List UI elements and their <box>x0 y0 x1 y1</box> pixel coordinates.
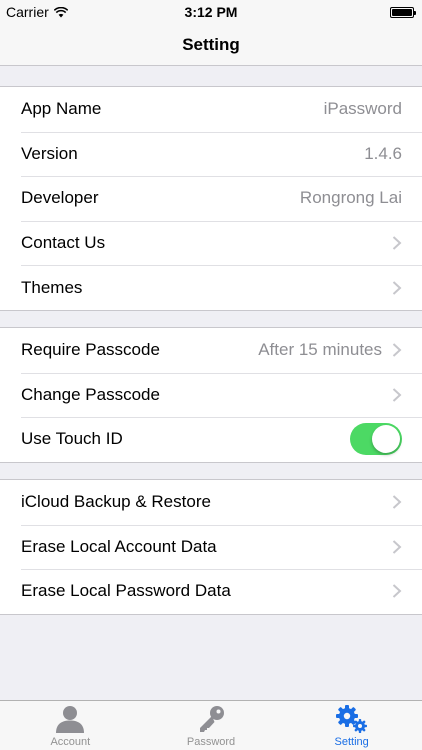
row-value: After 15 minutes <box>258 340 382 360</box>
row-value: 1.4.6 <box>364 143 402 163</box>
tab-setting[interactable]: Setting <box>281 701 422 750</box>
battery-icon <box>390 7 416 18</box>
row-require-passcode[interactable]: Require Passcode After 15 minutes <box>0 328 422 373</box>
row-label: iCloud Backup & Restore <box>21 492 211 512</box>
chevron-right-icon <box>392 280 402 295</box>
row-label: Developer <box>21 188 99 208</box>
status-time: 3:12 PM <box>184 4 238 20</box>
row-change-passcode[interactable]: Change Passcode <box>0 372 422 418</box>
tab-password[interactable]: Password <box>141 701 282 750</box>
row-label: Use Touch ID <box>21 429 123 449</box>
settings-group-data: iCloud Backup & Restore Erase Local Acco… <box>0 479 422 615</box>
chevron-right-icon <box>392 495 402 510</box>
row-label: Version <box>21 143 78 163</box>
chevron-right-icon <box>392 388 402 402</box>
row-value: Rongrong Lai <box>299 188 402 208</box>
row-erase-account-data[interactable]: Erase Local Account Data <box>0 524 422 570</box>
gears-icon <box>335 705 367 733</box>
page-title: Setting <box>182 34 240 54</box>
status-bar: Carrier 3:12 PM <box>0 0 422 24</box>
chevron-right-icon <box>392 343 402 358</box>
touch-id-toggle[interactable] <box>350 423 402 456</box>
row-icloud-backup[interactable]: iCloud Backup & Restore <box>0 480 422 525</box>
row-app-name: App Name iPassword <box>0 87 422 132</box>
toggle-knob <box>372 425 400 454</box>
tab-label: Password <box>186 736 236 748</box>
chevron-right-icon <box>392 236 402 250</box>
row-contact-us[interactable]: Contact Us <box>0 220 422 266</box>
navigation-bar: Setting <box>0 24 422 66</box>
settings-group-app-info: App Name iPassword Version 1.4.6 Develop… <box>0 86 422 311</box>
row-label: Themes <box>21 277 83 297</box>
row-erase-password-data[interactable]: Erase Local Password Data <box>0 569 422 614</box>
row-label: Contact Us <box>21 233 106 253</box>
row-label: Erase Local Password Data <box>21 581 231 601</box>
row-label: App Name <box>21 99 102 119</box>
row-label: Require Passcode <box>21 340 160 360</box>
tab-account[interactable]: Account <box>0 701 141 750</box>
tab-label: Setting <box>334 736 369 748</box>
row-version: Version 1.4.6 <box>0 131 422 177</box>
row-use-touch-id: Use Touch ID <box>0 417 422 462</box>
chevron-right-icon <box>392 540 402 554</box>
row-developer: Developer Rongrong Lai <box>0 176 422 221</box>
row-themes[interactable]: Themes <box>0 265 422 310</box>
settings-group-security: Require Passcode After 15 minutes Change… <box>0 327 422 463</box>
row-value: iPassword <box>323 99 402 119</box>
tab-bar: Account Password Setting <box>0 700 422 750</box>
chevron-right-icon <box>392 584 402 599</box>
row-label: Erase Local Account Data <box>21 536 217 556</box>
tab-label: Account <box>50 736 91 748</box>
person-icon <box>56 706 85 733</box>
row-label: Change Passcode <box>21 384 160 404</box>
key-icon <box>200 706 224 732</box>
